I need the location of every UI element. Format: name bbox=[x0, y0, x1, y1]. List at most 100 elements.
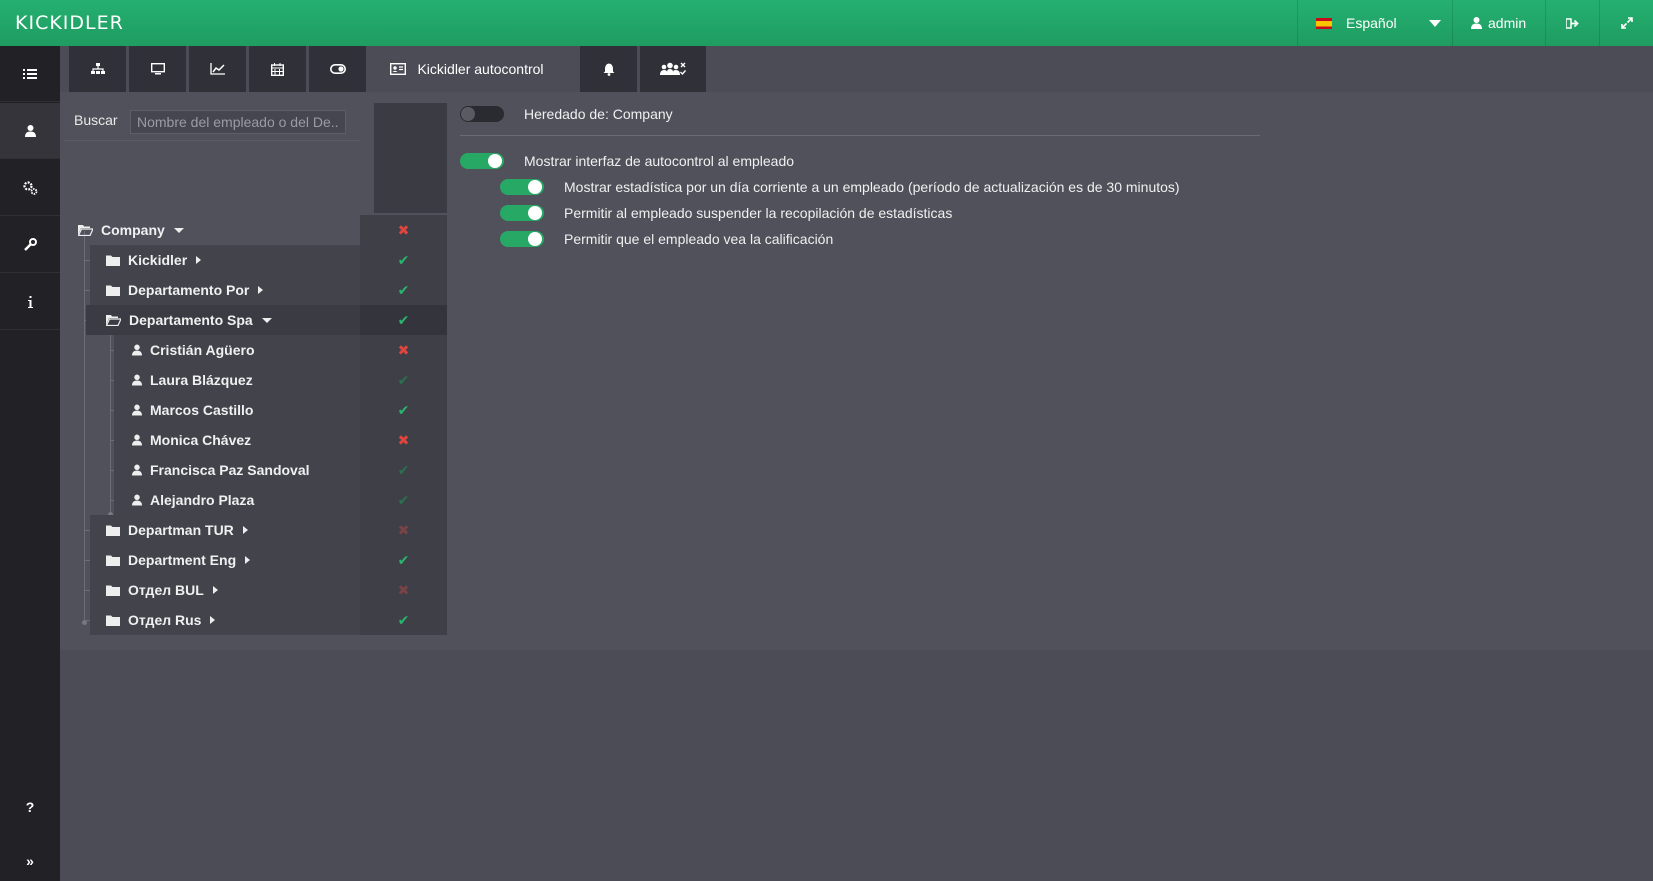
toggle-knob bbox=[528, 232, 542, 246]
caret-right-icon bbox=[242, 526, 248, 534]
search-label: Buscar bbox=[74, 112, 118, 128]
user-menu[interactable]: admin bbox=[1452, 0, 1545, 46]
nav-list[interactable] bbox=[0, 46, 60, 102]
status-cell[interactable]: ✔ bbox=[360, 455, 447, 485]
folder-icon bbox=[106, 255, 120, 266]
chart-line-icon bbox=[210, 63, 225, 75]
view-rating-label: Permitir que el empleado vea la califica… bbox=[564, 231, 834, 247]
check-icon: ✔ bbox=[397, 281, 410, 298]
tree-node-label: Alejandro Plaza bbox=[150, 492, 255, 508]
tab-desktop[interactable] bbox=[129, 46, 186, 92]
check-icon: ✔ bbox=[397, 401, 410, 418]
nav-employees[interactable] bbox=[0, 103, 60, 159]
tab-autocontrol[interactable]: Kickidler autocontrol bbox=[369, 46, 565, 92]
status-cell[interactable]: ✔ bbox=[360, 305, 447, 335]
expand-icon bbox=[1620, 17, 1633, 29]
language-selector[interactable]: Español bbox=[1297, 0, 1452, 46]
tree-node-label: Company bbox=[101, 222, 165, 238]
tab-notifications[interactable] bbox=[580, 46, 637, 92]
nav-settings[interactable] bbox=[0, 160, 60, 216]
bell-icon bbox=[603, 63, 614, 76]
check-icon: ✔ bbox=[397, 311, 410, 328]
user-icon bbox=[24, 124, 36, 137]
users-check-icon bbox=[660, 62, 686, 76]
tab-autocontrol-label: Kickidler autocontrol bbox=[417, 61, 544, 77]
tree-node-employee[interactable]: ✔ Alejandro Plaza bbox=[64, 485, 447, 515]
help-button[interactable]: ? bbox=[0, 787, 60, 827]
folder-icon bbox=[106, 615, 120, 626]
user-icon bbox=[132, 374, 142, 386]
fullscreen-button[interactable] bbox=[1599, 0, 1653, 46]
tree-node-label: Monica Chávez bbox=[150, 432, 252, 448]
check-icon: ✔ bbox=[397, 551, 410, 568]
tree-node-employee[interactable]: ✔ Marcos Castillo bbox=[64, 395, 447, 425]
user-icon bbox=[132, 464, 142, 476]
status-cell[interactable]: ✔ bbox=[360, 395, 447, 425]
tab-calendar[interactable] bbox=[249, 46, 306, 92]
tree-node-group[interactable]: ✔ Departamento Por bbox=[64, 275, 447, 305]
show-autocontrol-label: Mostrar interfaz de autocontrol al emple… bbox=[524, 153, 795, 169]
tree-node-group[interactable]: ✔ Отдел Rus bbox=[64, 605, 447, 635]
status-cell[interactable]: ✖ bbox=[360, 425, 447, 455]
spain-flag-icon bbox=[1316, 17, 1332, 29]
caret-right-icon bbox=[210, 616, 216, 624]
tree-node-company[interactable]: ✖ Company bbox=[64, 215, 447, 245]
inherit-label: Heredado de: Company bbox=[524, 106, 673, 122]
tree-node-label: Francisca Paz Sandoval bbox=[150, 462, 310, 478]
tab-users-permissions[interactable] bbox=[640, 46, 706, 92]
nav-info[interactable] bbox=[0, 274, 60, 330]
tree-node-employee[interactable]: ✖ Monica Chávez bbox=[64, 425, 447, 455]
tree-node-group[interactable]: ✖ Departman TUR bbox=[64, 515, 447, 545]
cross-icon: ✖ bbox=[397, 431, 410, 448]
user-icon bbox=[132, 434, 142, 446]
tree-node-employee[interactable]: ✔ Laura Blázquez bbox=[64, 365, 447, 395]
status-cell[interactable]: ✔ bbox=[360, 365, 447, 395]
calendar-icon bbox=[271, 62, 284, 76]
tree-node-group[interactable]: ✔ Kickidler bbox=[64, 245, 447, 275]
status-cell[interactable]: ✖ bbox=[360, 515, 447, 545]
folder-icon bbox=[106, 585, 120, 596]
status-cell[interactable]: ✔ bbox=[360, 245, 447, 275]
tab-bar: Kickidler autocontrol bbox=[60, 46, 1653, 92]
status-cell[interactable]: ✖ bbox=[360, 575, 447, 605]
toggle-icon bbox=[329, 64, 346, 74]
nav-tools[interactable] bbox=[0, 217, 60, 273]
check-icon: ✔ bbox=[397, 461, 410, 478]
tree-node-label: Отдел Rus bbox=[128, 612, 202, 628]
daily-stats-toggle[interactable] bbox=[500, 179, 544, 195]
view-rating-toggle[interactable] bbox=[500, 231, 544, 247]
status-cell[interactable]: ✔ bbox=[360, 275, 447, 305]
tree-node-employee[interactable]: ✖ Cristián Agüero bbox=[64, 335, 447, 365]
toggle-knob bbox=[528, 180, 542, 194]
status-cell[interactable]: ✖ bbox=[360, 335, 447, 365]
folder-icon bbox=[106, 285, 120, 296]
tab-structure[interactable] bbox=[69, 46, 126, 92]
status-cell[interactable]: ✔ bbox=[360, 605, 447, 635]
check-icon: ✔ bbox=[397, 251, 410, 268]
tree-node-label: Departman TUR bbox=[128, 522, 234, 538]
tree-node-employee[interactable]: ✔ Francisca Paz Sandoval bbox=[64, 455, 447, 485]
cross-icon: ✖ bbox=[397, 521, 410, 538]
caret-right-icon bbox=[212, 586, 218, 594]
show-autocontrol-toggle[interactable] bbox=[460, 153, 504, 169]
status-cell[interactable]: ✖ bbox=[360, 215, 447, 245]
search-input[interactable] bbox=[130, 110, 346, 134]
check-icon: ✔ bbox=[397, 491, 410, 508]
tab-toggles[interactable] bbox=[309, 46, 366, 92]
suspend-collection-toggle[interactable] bbox=[500, 205, 544, 221]
sign-out-icon bbox=[1566, 17, 1579, 29]
tree-node-group[interactable]: ✔ Department Eng bbox=[64, 545, 447, 575]
inherit-toggle[interactable] bbox=[460, 106, 504, 122]
tree-node-label: Marcos Castillo bbox=[150, 402, 254, 418]
tree-node-label: Departamento Spa bbox=[129, 312, 253, 328]
info-icon bbox=[27, 295, 33, 308]
tab-analytics[interactable] bbox=[189, 46, 246, 92]
status-cell[interactable]: ✔ bbox=[360, 545, 447, 575]
logout-button[interactable] bbox=[1545, 0, 1599, 46]
tree-node-group-selected[interactable]: ✔ Departamento Spa bbox=[64, 305, 447, 335]
tree-node-group[interactable]: ✖ Отдел BUL bbox=[64, 575, 447, 605]
cross-icon: ✖ bbox=[397, 221, 410, 238]
status-cell[interactable]: ✔ bbox=[360, 485, 447, 515]
expand-nav-button[interactable]: » bbox=[0, 841, 60, 881]
caret-down-icon bbox=[173, 227, 184, 233]
